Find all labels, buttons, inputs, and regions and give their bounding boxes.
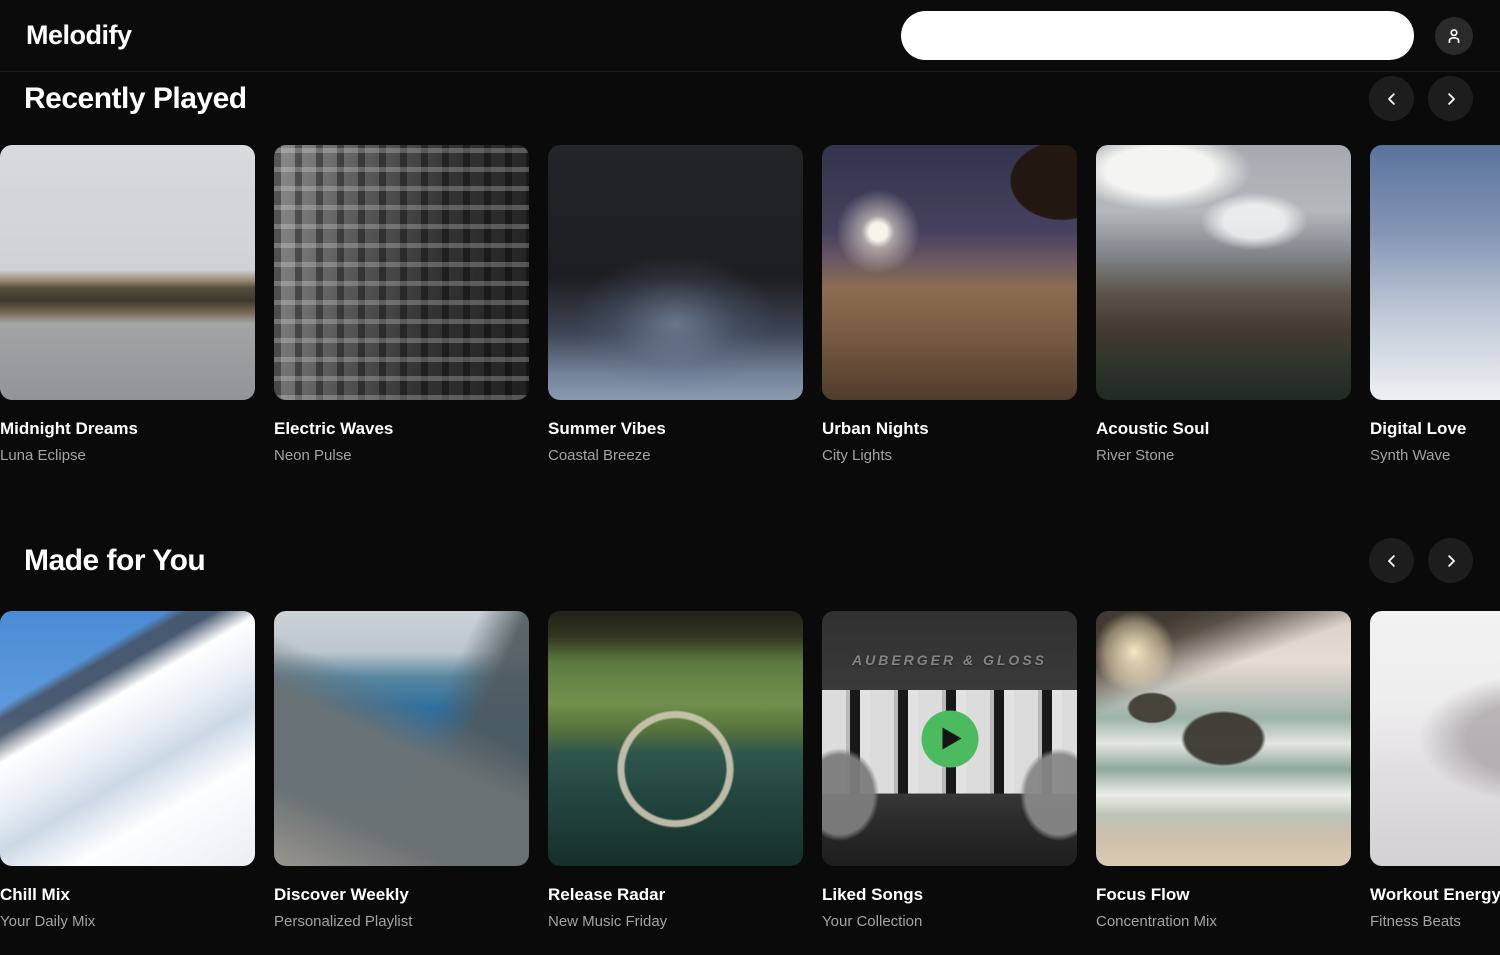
card-subtitle: Coastal Breeze — [548, 447, 803, 464]
carousel-next-button[interactable] — [1428, 538, 1473, 583]
card-title: Chill Mix — [0, 885, 255, 905]
card-artwork — [548, 145, 803, 400]
card-title: Liked Songs — [822, 885, 1077, 905]
card-subtitle: New Music Friday — [548, 913, 803, 930]
card-subtitle: Personalized Playlist — [274, 913, 529, 930]
carousel: Midnight Dreams Luna Eclipse Electric Wa… — [0, 145, 1500, 464]
playlist-card[interactable]: Acoustic Soul River Stone — [1096, 145, 1351, 464]
section-made-for-you: Made for You Chill Mix Your Daily Mix — [0, 538, 1500, 930]
card-subtitle: Concentration Mix — [1096, 913, 1351, 930]
card-artwork — [1096, 611, 1351, 866]
card-artwork: AUBERGER & GLOSS — [822, 611, 1077, 866]
card-artwork — [1370, 145, 1500, 400]
chevron-right-icon — [1442, 552, 1460, 570]
card-title: Acoustic Soul — [1096, 419, 1351, 439]
card-subtitle: Your Collection — [822, 913, 1077, 930]
card-title: Summer Vibes — [548, 419, 803, 439]
carousel-next-button[interactable] — [1428, 76, 1473, 121]
card-title: Release Radar — [548, 885, 803, 905]
playlist-card[interactable]: Workout Energy Fitness Beats — [1370, 611, 1500, 930]
carousel-prev-button[interactable] — [1369, 76, 1414, 121]
carousel: Chill Mix Your Daily Mix Discover Weekly… — [0, 611, 1500, 930]
card-artwork — [548, 611, 803, 866]
playlist-card[interactable]: Focus Flow Concentration Mix — [1096, 611, 1351, 930]
playlist-card[interactable]: Midnight Dreams Luna Eclipse — [0, 145, 255, 464]
card-title: Digital Love — [1370, 419, 1500, 439]
section-recently-played: Recently Played Midnight Dreams Luna Ecl… — [0, 76, 1500, 464]
section-title: Recently Played — [24, 82, 247, 116]
card-artwork — [274, 611, 529, 866]
playlist-card[interactable]: Release Radar New Music Friday — [548, 611, 803, 930]
carousel-prev-button[interactable] — [1369, 538, 1414, 583]
playlist-card[interactable]: Electric Waves Neon Pulse — [274, 145, 529, 464]
user-icon — [1444, 26, 1464, 46]
playlist-card[interactable]: Digital Love Synth Wave — [1370, 145, 1500, 464]
playlist-card[interactable]: Summer Vibes Coastal Breeze — [548, 145, 803, 464]
carousel-nav — [1369, 76, 1473, 121]
card-subtitle: Synth Wave — [1370, 447, 1500, 464]
card-artwork — [822, 145, 1077, 400]
app-header: Melodify — [0, 0, 1500, 72]
carousel-track: Midnight Dreams Luna Eclipse Electric Wa… — [0, 145, 1500, 464]
card-artwork — [274, 145, 529, 400]
chevron-right-icon — [1442, 90, 1460, 108]
card-title: Focus Flow — [1096, 885, 1351, 905]
card-artwork — [0, 145, 255, 400]
card-subtitle: Neon Pulse — [274, 447, 529, 464]
play-button[interactable] — [921, 710, 978, 767]
playlist-card[interactable]: Discover Weekly Personalized Playlist — [274, 611, 529, 930]
card-title: Discover Weekly — [274, 885, 529, 905]
section-title: Made for You — [24, 544, 205, 578]
card-artwork — [1096, 145, 1351, 400]
card-subtitle: City Lights — [822, 447, 1077, 464]
playlist-card[interactable]: Chill Mix Your Daily Mix — [0, 611, 255, 930]
card-subtitle: River Stone — [1096, 447, 1351, 464]
artwork-photo-text: AUBERGER & GLOSS — [822, 652, 1077, 668]
section-header: Made for You — [0, 538, 1500, 583]
playlist-card[interactable]: AUBERGER & GLOSS Liked Songs Your Collec… — [822, 611, 1077, 930]
play-icon — [943, 728, 962, 750]
card-subtitle: Fitness Beats — [1370, 913, 1500, 930]
playlist-card[interactable]: Urban Nights City Lights — [822, 145, 1077, 464]
carousel-nav — [1369, 538, 1473, 583]
card-subtitle: Your Daily Mix — [0, 913, 255, 930]
card-title: Workout Energy — [1370, 885, 1500, 905]
app-logo: Melodify — [26, 20, 132, 51]
chevron-left-icon — [1383, 552, 1401, 570]
carousel-track: Chill Mix Your Daily Mix Discover Weekly… — [0, 611, 1500, 930]
profile-button[interactable] — [1435, 17, 1473, 55]
card-subtitle: Luna Eclipse — [0, 447, 255, 464]
card-artwork — [0, 611, 255, 866]
card-title: Electric Waves — [274, 419, 529, 439]
card-artwork — [1370, 611, 1500, 866]
search-input[interactable] — [901, 11, 1414, 60]
card-title: Midnight Dreams — [0, 419, 255, 439]
section-header: Recently Played — [0, 76, 1500, 121]
chevron-left-icon — [1383, 90, 1401, 108]
card-title: Urban Nights — [822, 419, 1077, 439]
